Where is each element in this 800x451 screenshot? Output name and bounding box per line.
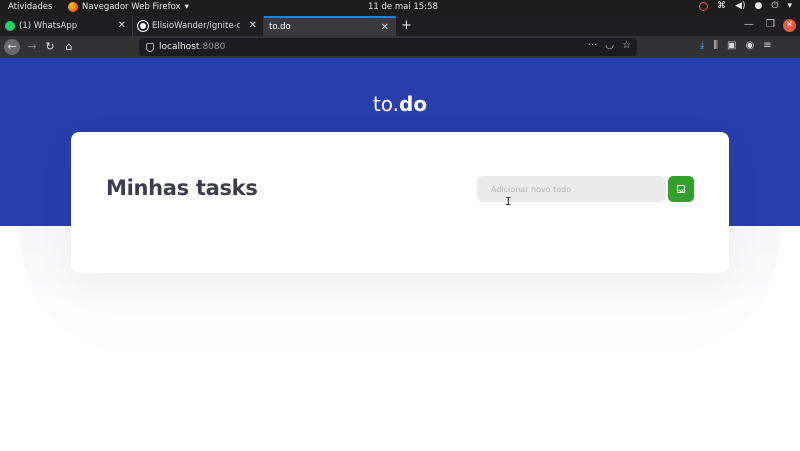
tab-label: ElisioWander/ignite-chal xyxy=(152,21,240,31)
library-icon[interactable]: ⫼ xyxy=(713,40,718,51)
pocket-icon[interactable]: ◡ xyxy=(605,40,614,51)
url-bar[interactable]: localhost:8080 ··· ◡ ☆ xyxy=(139,38,637,105)
tab-whatsapp[interactable]: (1) WhatsApp ✕ xyxy=(0,16,133,36)
sidebar-icon[interactable]: ▣ xyxy=(727,40,736,51)
caret-down-icon: ▾ xyxy=(184,2,189,12)
tab-strip: (1) WhatsApp ✕ ElisioWander/ignite-chal … xyxy=(0,16,800,36)
web-page: to.do Minhas tasks I xyxy=(0,58,800,451)
new-tab-button[interactable]: + xyxy=(401,18,412,33)
url-host: localhost xyxy=(159,42,200,52)
app-menu-label: Navegador Web Firefox xyxy=(82,2,181,12)
task-card: Minhas tasks xyxy=(71,132,729,273)
back-button[interactable]: ← xyxy=(4,39,20,55)
home-button[interactable]: ⌂ xyxy=(61,39,77,55)
clock[interactable]: 11 de mai 15:58 xyxy=(368,2,438,12)
toolbar-icons: ⤓ ⫼ ▣ ◉ ≡ xyxy=(700,40,772,51)
tab-label: to.do xyxy=(269,22,291,32)
minimize-icon[interactable]: — xyxy=(744,19,754,30)
app-logo: to.do xyxy=(0,92,800,116)
url-port: :8080 xyxy=(199,42,226,52)
system-tray[interactable]: ⌘ ◀) ● ⏻ ▾ xyxy=(699,1,792,11)
nav-toolbar: ← → ↻ ⌂ localhost:8080 ··· ◡ ☆ ⤓ ⫼ ▣ ◉ ≡ xyxy=(0,36,800,105)
whatsapp-icon xyxy=(5,21,15,31)
close-tab-icon[interactable]: ✕ xyxy=(381,22,389,33)
logo-bold: do xyxy=(399,92,428,116)
volume-icon[interactable]: ◀) xyxy=(735,1,745,11)
firefox-icon xyxy=(68,2,78,12)
account-icon[interactable]: ◉ xyxy=(745,40,754,51)
power-icon[interactable]: ⏻ xyxy=(771,1,778,11)
shield-icon[interactable] xyxy=(146,42,154,52)
forward-button[interactable]: → xyxy=(24,39,40,55)
page-title: Minhas tasks xyxy=(106,176,258,200)
bookmark-star-icon[interactable]: ☆ xyxy=(622,40,631,51)
tab-label: (1) WhatsApp xyxy=(19,21,78,31)
tab-github[interactable]: ElisioWander/ignite-chal ✕ xyxy=(133,16,264,36)
close-window-button[interactable]: ✕ xyxy=(783,19,796,32)
close-tab-icon[interactable]: ✕ xyxy=(249,20,257,31)
page-actions-icon[interactable]: ··· xyxy=(588,40,598,51)
activities-button[interactable]: Atividades xyxy=(8,2,52,12)
app-menu[interactable]: Navegador Web Firefox ▾ xyxy=(68,2,189,12)
tab-todo[interactable]: to.do ✕ xyxy=(264,16,396,36)
logo-prefix: to. xyxy=(372,92,400,116)
reload-button[interactable]: ↻ xyxy=(42,39,58,55)
chevron-down-icon[interactable]: ▾ xyxy=(787,1,792,11)
network-icon[interactable]: ⌘ xyxy=(717,1,726,11)
system-top-bar: Atividades Navegador Web Firefox ▾ 11 de… xyxy=(0,0,800,16)
add-task-button[interactable] xyxy=(668,176,694,202)
download-icon[interactable]: ⤓ xyxy=(700,40,704,51)
github-icon xyxy=(138,21,148,31)
text-cursor-icon: I xyxy=(505,195,512,208)
menu-icon[interactable]: ≡ xyxy=(763,40,771,51)
microphone-icon[interactable]: ● xyxy=(754,1,762,11)
maximize-icon[interactable]: ❐ xyxy=(766,19,775,30)
notification-icon[interactable] xyxy=(699,1,709,11)
checkbox-icon xyxy=(677,185,685,193)
close-tab-icon[interactable]: ✕ xyxy=(118,20,126,31)
